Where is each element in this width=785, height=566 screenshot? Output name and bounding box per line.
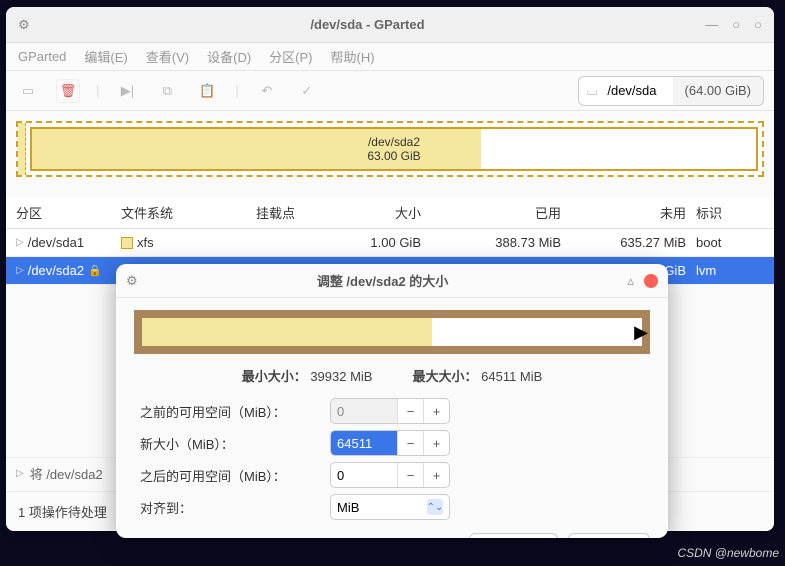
menu-edit[interactable]: 编辑(E)	[84, 47, 127, 66]
resize-dialog: ⚙ 调整 /dev/sda2 的大小 ▵ ▶ 最小大小： 39932 MiB 最…	[116, 264, 668, 538]
paste-icon[interactable]: 📋	[195, 79, 219, 103]
copy-icon[interactable]: ⧉	[155, 79, 179, 103]
col-size[interactable]: 大小	[311, 203, 451, 222]
gear-icon[interactable]: ⚙	[126, 273, 138, 289]
partition-size: 1.00 GiB	[311, 235, 451, 250]
resize-visualization[interactable]: ▶	[134, 310, 650, 354]
titlebar: ⚙ /dev/sda - GParted — ○ ○	[6, 7, 774, 43]
col-used[interactable]: 已用	[451, 203, 581, 222]
space-before-input[interactable]: − +	[330, 398, 450, 424]
size-limits: 最小大小： 39932 MiB 最大大小： 64511 MiB	[116, 366, 668, 385]
increment-icon[interactable]: +	[423, 431, 449, 455]
partition-flags: lvm	[696, 263, 756, 278]
apply-icon[interactable]: ✓	[295, 79, 319, 103]
align-select[interactable]: MiB ⌃⌄	[330, 494, 450, 520]
fs-name: xfs	[137, 235, 154, 250]
partition-handle	[18, 123, 26, 175]
max-size: 64511 MiB	[481, 369, 542, 384]
increment-icon[interactable]: +	[423, 399, 449, 423]
resize-button[interactable]: 调整大小	[568, 533, 650, 538]
space-after-field[interactable]	[331, 463, 397, 487]
pending-count: 1 项操作待处理	[18, 505, 107, 520]
partition-name: /dev/sda1	[28, 235, 84, 250]
align-value: MiB	[337, 500, 359, 515]
col-flags[interactable]: 标识	[696, 203, 756, 222]
after-label: 之后的可用空间（MiB）：	[140, 466, 320, 485]
disk-visualization[interactable]: /dev/sda2 63.00 GiB	[16, 121, 764, 177]
decrement-icon[interactable]: −	[397, 463, 423, 487]
pending-op-text: 将 /dev/sda2	[30, 464, 103, 483]
cancel-button[interactable]: ⊘取消(C)	[469, 533, 558, 538]
newsize-label: 新大小（MiB）：	[140, 434, 320, 453]
increment-icon[interactable]: +	[423, 463, 449, 487]
dialog-title: 调整 /dev/sda2 的大小	[138, 271, 628, 290]
resize-icon[interactable]: ▶|	[115, 79, 139, 103]
viz-partition-name: /dev/sda2	[368, 135, 420, 149]
space-before-field[interactable]	[331, 399, 397, 423]
menu-view[interactable]: 查看(V)	[146, 47, 189, 66]
min-size: 39932 MiB	[310, 369, 372, 384]
space-after-input[interactable]: − +	[330, 462, 450, 488]
menu-device[interactable]: 设备(D)	[207, 47, 251, 66]
col-mount[interactable]: 挂载点	[256, 203, 311, 222]
minimize-icon[interactable]: —	[705, 17, 718, 32]
disk-icon: ⌴	[579, 83, 603, 99]
before-label: 之前的可用空间（MiB）：	[140, 402, 320, 421]
delete-icon[interactable]: 🗑	[56, 79, 80, 103]
toolbar: ▭ 🗑 | ▶| ⧉ 📋 | ↶ ✓ ⌴ /dev/sda (64.00 GiB…	[6, 71, 774, 111]
col-partition[interactable]: 分区	[16, 203, 121, 222]
dialog-titlebar: ⚙ 调整 /dev/sda2 的大小 ▵	[116, 264, 668, 298]
partition-name: /dev/sda2	[28, 263, 84, 278]
menu-partition[interactable]: 分区(P)	[269, 47, 312, 66]
window-title: /dev/sda - GParted	[30, 17, 706, 32]
new-size-input[interactable]: − +	[330, 430, 450, 456]
watermark: CSDN @newbome	[677, 546, 779, 560]
mount-point	[256, 235, 311, 250]
new-size-field[interactable]	[331, 431, 397, 455]
decrement-icon[interactable]: −	[397, 399, 423, 423]
menu-gparted[interactable]: GParted	[18, 49, 66, 64]
device-selector[interactable]: ⌴ /dev/sda (64.00 GiB)	[578, 76, 764, 106]
table-row[interactable]: ▷ /dev/sda1 xfs 1.00 GiB 388.73 MiB 635.2…	[6, 229, 774, 257]
menubar: GParted 编辑(E) 查看(V) 设备(D) 分区(P) 帮助(H)	[6, 43, 774, 71]
align-label: 对齐到：	[140, 498, 320, 517]
close-icon[interactable]: ○	[754, 17, 762, 32]
maximize-icon[interactable]: ○	[732, 17, 740, 32]
viz-partition[interactable]: /dev/sda2 63.00 GiB	[30, 127, 758, 171]
window-controls: — ○ ○	[705, 17, 762, 32]
menu-help[interactable]: 帮助(H)	[331, 47, 375, 66]
close-icon[interactable]	[644, 274, 658, 288]
gear-icon[interactable]: ⚙	[18, 17, 30, 33]
minimize-icon[interactable]: ▵	[627, 273, 634, 289]
new-icon[interactable]: ▭	[16, 79, 40, 103]
expand-icon: ▷	[16, 265, 24, 276]
partition-flags: boot	[696, 235, 756, 250]
resize-form: 之前的可用空间（MiB）： − + 新大小（MiB）： − + 之后的可用空间（…	[116, 395, 668, 523]
partition-free: 635.27 MiB	[581, 235, 696, 250]
col-filesystem[interactable]: 文件系统	[121, 203, 256, 222]
partition-used: 388.73 MiB	[451, 235, 581, 250]
device-size: (64.00 GiB)	[673, 77, 763, 105]
device-name: /dev/sda	[603, 83, 672, 98]
col-free[interactable]: 未用	[581, 203, 696, 222]
table-header: 分区 文件系统 挂载点 大小 已用 未用 标识	[6, 197, 774, 229]
fs-color-icon	[121, 237, 133, 249]
lock-icon: 🔒	[88, 264, 102, 277]
decrement-icon[interactable]: −	[397, 431, 423, 455]
undo-icon[interactable]: ↶	[255, 79, 279, 103]
dialog-buttons: ⊘取消(C) 调整大小	[116, 523, 668, 538]
chevron-down-icon: ⌃⌄	[427, 499, 443, 515]
expand-icon: ▷	[16, 468, 24, 479]
expand-icon: ▷	[16, 237, 24, 248]
viz-partition-size: 63.00 GiB	[367, 149, 420, 163]
resize-grip-icon[interactable]: ▶	[634, 318, 648, 346]
